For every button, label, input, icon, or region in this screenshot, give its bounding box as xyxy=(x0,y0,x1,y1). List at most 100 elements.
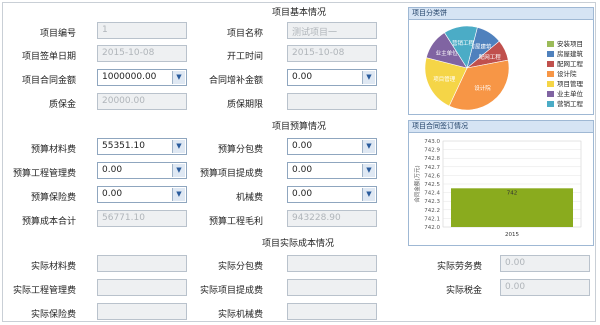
chevron-down-icon[interactable]: ▼ xyxy=(362,71,375,84)
budget-gross-profit-field[interactable]: 943228.90 xyxy=(287,210,377,227)
y-tick-label: 742.7 xyxy=(424,165,440,171)
budget-mgmt-select[interactable]: 0.00 ▼ xyxy=(97,162,187,179)
project-no-label: 项目编号 xyxy=(39,29,76,39)
y-tick-label: 742.9 xyxy=(424,148,440,154)
chevron-down-icon[interactable]: ▼ xyxy=(362,188,375,201)
actual-commission-label: 实际项目提成费 xyxy=(199,286,263,296)
y-tick-label: 742.1 xyxy=(424,216,440,222)
contract-supp-label: 合同增补金额 xyxy=(208,76,263,86)
chevron-down-icon[interactable]: ▼ xyxy=(172,140,185,153)
budget-material-select[interactable]: 55351.10 ▼ xyxy=(97,138,187,155)
y-tick-label: 742.5 xyxy=(424,182,440,188)
contract-supp-select[interactable]: 0.00 ▼ xyxy=(287,69,377,86)
legend-label: 营销工程 xyxy=(557,100,583,108)
contract-amount-value: 1000000.00 xyxy=(102,72,157,82)
actual-tax-field[interactable]: 0.00 xyxy=(500,279,590,296)
category-pie-panel: 项目分类饼 房屋建筑 配网工程 设计院 项目管理 业主单位 营销工程 安装项目 房屋建筑 配网… xyxy=(408,7,594,115)
contract-bar-panel-title: 项目合同签订情况 xyxy=(409,121,593,133)
budget-warranty-fee-select[interactable]: 0.00 ▼ xyxy=(97,186,187,203)
budget-commission-select[interactable]: 0.00 ▼ xyxy=(287,162,377,179)
section-title-basic: 项目基本情况 xyxy=(272,8,327,18)
budget-commission-value: 0.00 xyxy=(292,165,313,175)
legend-item: 业主单位 xyxy=(547,88,583,98)
legend-item: 配网工程 xyxy=(547,58,583,68)
x-tick-label: 2015 xyxy=(505,232,519,238)
chevron-down-icon[interactable]: ▼ xyxy=(362,164,375,177)
section-title-actual: 项目实际成本情况 xyxy=(262,239,335,249)
budget-cost-total-label: 预算成本合计 xyxy=(21,217,76,227)
chevron-down-icon[interactable]: ▼ xyxy=(172,164,185,177)
budget-gross-profit-label: 预算工程毛利 xyxy=(208,217,263,227)
pie-slice-label: 业主单位 xyxy=(436,49,459,57)
contract-supp-value: 0.00 xyxy=(292,72,313,82)
legend-label: 业主单位 xyxy=(557,90,583,98)
project-name-field[interactable]: 测试项目一 xyxy=(287,22,377,39)
project-name-label: 项目名称 xyxy=(226,29,263,39)
actual-material-field[interactable] xyxy=(97,255,187,272)
actual-material-label: 实际材料费 xyxy=(30,262,76,272)
legend-swatch xyxy=(547,81,554,87)
budget-subcontract-value: 0.00 xyxy=(292,141,313,151)
budget-material-value: 55351.10 xyxy=(102,141,145,151)
y-tick-label: 742.0 xyxy=(424,225,440,231)
actual-mgmt-field[interactable] xyxy=(97,279,187,296)
pie-slice-label: 项目管理 xyxy=(433,75,456,83)
legend-label: 配网工程 xyxy=(557,60,583,68)
actual-tax-label: 实际税金 xyxy=(445,286,482,296)
contract-amount-select[interactable]: 1000000.00 ▼ xyxy=(97,69,187,86)
project-no-field[interactable]: 1 xyxy=(97,22,187,39)
y-tick-label: 742.6 xyxy=(424,173,440,179)
y-axis-label: 合同金额(万元) xyxy=(413,165,421,202)
actual-labor-label: 实际劳务费 xyxy=(436,262,482,272)
warranty-field[interactable] xyxy=(287,93,377,110)
legend-swatch xyxy=(547,91,554,97)
budget-subcontract-select[interactable]: 0.00 ▼ xyxy=(287,138,377,155)
legend-item: 设计院 xyxy=(547,68,577,78)
budget-machine-value: 0.00 xyxy=(292,189,313,199)
legend-swatch xyxy=(547,61,554,67)
actual-labor-field[interactable]: 0.00 xyxy=(500,255,590,272)
budget-mgmt-label: 预算工程管理费 xyxy=(12,169,76,179)
budget-warranty-fee-value: 0.00 xyxy=(102,189,123,199)
chevron-down-icon[interactable]: ▼ xyxy=(172,188,185,201)
sign-date-label: 项目签单日期 xyxy=(21,52,76,62)
pie-slice-label: 配网工程 xyxy=(479,53,502,61)
chevron-down-icon[interactable]: ▼ xyxy=(362,140,375,153)
budget-subcontract-label: 预算分包费 xyxy=(217,145,263,155)
legend-label: 房屋建筑 xyxy=(557,50,583,58)
budget-warranty-fee-label: 预算保险费 xyxy=(30,193,76,203)
y-tick-label: 742.3 xyxy=(424,199,440,205)
legend-label: 安装项目 xyxy=(557,40,583,48)
bar-data-label: 742 xyxy=(507,190,518,196)
chevron-down-icon[interactable]: ▼ xyxy=(172,71,185,84)
legend-item: 房屋建筑 xyxy=(547,48,583,58)
legend-item: 项目管理 xyxy=(547,78,583,88)
actual-machine-field[interactable] xyxy=(287,303,377,320)
budget-material-label: 预算材料费 xyxy=(30,145,76,155)
y-tick-label: 742.4 xyxy=(424,191,440,197)
warranty-label: 质保期限 xyxy=(226,100,263,110)
start-date-label: 开工时间 xyxy=(226,52,263,62)
y-tick-label: 743.0 xyxy=(424,139,440,145)
actual-subcontract-label: 实际分包费 xyxy=(217,262,263,272)
sign-date-field[interactable]: 2015-10-08 xyxy=(97,45,187,62)
legend-swatch xyxy=(547,41,554,47)
actual-commission-field[interactable] xyxy=(287,279,377,296)
budget-cost-total-field[interactable]: 56771.10 xyxy=(97,210,187,227)
pie-slice-label: 设计院 xyxy=(474,84,491,92)
section-title-budget: 项目预算情况 xyxy=(272,122,327,132)
start-date-field[interactable]: 2015-10-08 xyxy=(287,45,377,62)
budget-machine-select[interactable]: 0.00 ▼ xyxy=(287,186,377,203)
category-pie-panel-title: 项目分类饼 xyxy=(409,8,593,20)
budget-mgmt-value: 0.00 xyxy=(102,165,123,175)
deposit-field[interactable]: 20000.00 xyxy=(97,93,187,110)
legend-swatch xyxy=(547,51,554,57)
actual-mgmt-label: 实际工程管理费 xyxy=(12,286,76,296)
actual-subcontract-field[interactable] xyxy=(287,255,377,272)
y-tick-label: 742.2 xyxy=(424,208,440,214)
legend-label: 设计院 xyxy=(557,70,577,78)
budget-commission-label: 预算项目提成费 xyxy=(199,169,263,179)
actual-warranty-fee-field[interactable] xyxy=(97,303,187,320)
budget-machine-label: 机械费 xyxy=(235,193,263,203)
legend-swatch xyxy=(547,71,554,77)
